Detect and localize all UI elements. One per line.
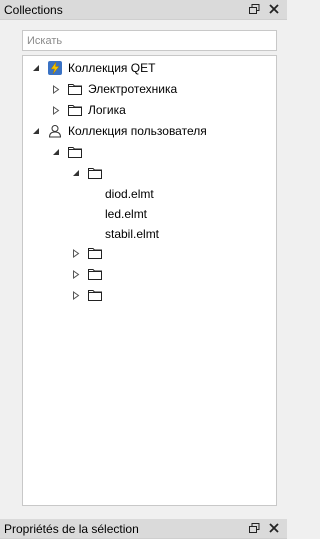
tree-item-collapsed-folder[interactable] bbox=[23, 264, 276, 284]
folder-icon bbox=[87, 165, 103, 181]
expanded-arrow-icon[interactable] bbox=[71, 167, 81, 179]
folder-icon bbox=[67, 144, 83, 160]
tree-item-qet-collection[interactable]: Коллекция QET bbox=[23, 58, 276, 78]
collections-dock-titlebar[interactable]: Collections bbox=[0, 0, 287, 20]
tree-item-electrotechnics[interactable]: Электротехника bbox=[23, 79, 276, 99]
tree-item-label: Электротехника bbox=[88, 82, 178, 96]
search-input[interactable] bbox=[22, 30, 277, 51]
tree-item-logic[interactable]: Логика bbox=[23, 100, 276, 120]
element-file-label: stabil.elmt bbox=[105, 227, 160, 241]
close-icon[interactable] bbox=[267, 2, 281, 16]
collapsed-arrow-icon[interactable] bbox=[51, 83, 61, 95]
close-icon[interactable] bbox=[267, 521, 281, 535]
element-file-label: led.elmt bbox=[105, 207, 148, 221]
element-file-label: diod.elmt bbox=[105, 187, 154, 201]
collapsed-arrow-icon[interactable] bbox=[71, 247, 81, 259]
folder-icon bbox=[67, 102, 83, 118]
expanded-arrow-icon[interactable] bbox=[51, 146, 61, 158]
float-dock-icon[interactable] bbox=[247, 2, 261, 16]
tree-item-element[interactable]: diod.elmt bbox=[23, 184, 276, 204]
tree-item-label: Коллекция пользователя bbox=[68, 124, 207, 138]
properties-dock-titlebar[interactable]: Propriétés de la sélection bbox=[0, 519, 287, 539]
tree-item-element[interactable]: led.elmt bbox=[23, 204, 276, 224]
collections-tree[interactable]: Коллекция QET Электротехника Логика Колл… bbox=[22, 55, 277, 506]
expanded-arrow-icon[interactable] bbox=[31, 62, 41, 74]
collapsed-arrow-icon[interactable] bbox=[71, 268, 81, 280]
properties-dock-title: Propriétés de la sélection bbox=[4, 522, 139, 536]
tree-item-collapsed-folder[interactable] bbox=[23, 285, 276, 305]
qet-logo-icon bbox=[47, 60, 63, 76]
float-dock-icon[interactable] bbox=[247, 521, 261, 535]
user-icon bbox=[47, 123, 63, 139]
folder-icon bbox=[87, 245, 103, 261]
tree-item-label: Логика bbox=[88, 103, 126, 117]
tree-item-element[interactable]: stabil.elmt bbox=[23, 224, 276, 244]
collections-dock-title: Collections bbox=[4, 3, 63, 17]
tree-item-user-collection[interactable]: Коллекция пользователя bbox=[23, 121, 276, 141]
folder-icon bbox=[87, 266, 103, 282]
collapsed-arrow-icon[interactable] bbox=[51, 104, 61, 116]
tree-item-user-subfolder[interactable] bbox=[23, 163, 276, 183]
tree-item-label: Коллекция QET bbox=[68, 61, 156, 75]
folder-icon bbox=[87, 287, 103, 303]
expanded-arrow-icon[interactable] bbox=[31, 125, 41, 137]
folder-icon bbox=[67, 81, 83, 97]
tree-item-collapsed-folder[interactable] bbox=[23, 243, 276, 263]
tree-item-user-folder[interactable] bbox=[23, 142, 276, 162]
collapsed-arrow-icon[interactable] bbox=[71, 289, 81, 301]
